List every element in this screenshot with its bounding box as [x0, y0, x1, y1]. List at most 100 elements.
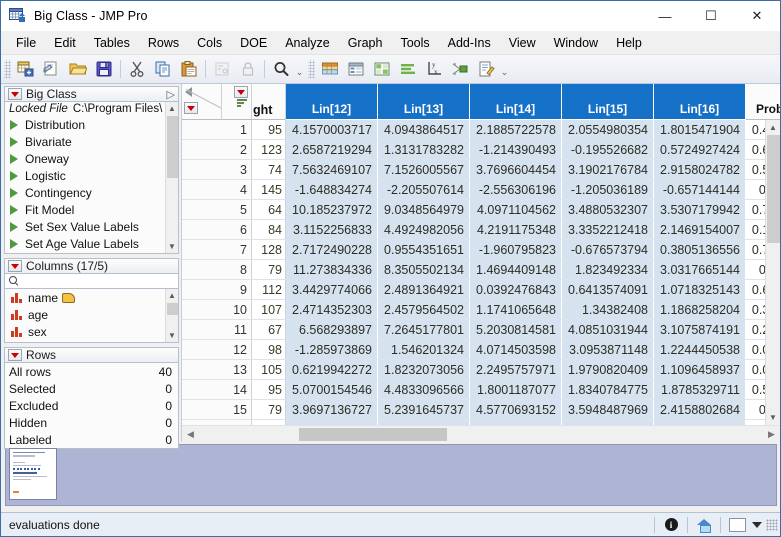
table-row[interactable]: 56410.1852379729.03485649794.09711045623…: [182, 200, 765, 220]
data-cell-lin14[interactable]: -2.556306196: [470, 180, 562, 199]
data-cell-lin16[interactable]: 3.5307179942: [654, 200, 746, 219]
data-cell-lin15[interactable]: 4.0851031944: [562, 320, 654, 339]
row-number-cell[interactable]: 4: [182, 180, 252, 199]
partition-icon[interactable]: [448, 58, 472, 81]
scroll-right-icon[interactable]: ▶: [763, 429, 780, 440]
data-cell-lin15[interactable]: 3.1902176784: [562, 160, 654, 179]
hscroll-thumb[interactable]: [299, 428, 447, 441]
distribution-icon[interactable]: [396, 58, 420, 81]
data-cell-lin12[interactable]: 7.5632469107: [286, 160, 378, 179]
columns-scrollbar[interactable]: ▲ ▼: [165, 289, 178, 342]
resize-grip-icon[interactable]: [766, 519, 778, 531]
weight-cell[interactable]: 112: [252, 280, 286, 299]
data-cell-lin13[interactable]: 4.4924982056: [378, 220, 470, 239]
data-cell-lin14[interactable]: 1.4694409148: [470, 260, 562, 279]
row-number-cell[interactable]: 5: [182, 200, 252, 219]
weight-cell[interactable]: 84: [252, 220, 286, 239]
data-cell-lin15[interactable]: 3.5948487969: [562, 400, 654, 419]
row-number-cell[interactable]: 12: [182, 340, 252, 359]
row-number-cell[interactable]: 3: [182, 160, 252, 179]
columns-menu-red-triangle-icon[interactable]: [234, 86, 248, 98]
menu-edit[interactable]: Edit: [45, 33, 85, 53]
menu-help[interactable]: Help: [607, 33, 651, 53]
hscroll-track[interactable]: [199, 427, 763, 442]
data-cell-lin16[interactable]: 0.3805136556: [654, 240, 746, 259]
data-cell-lin13[interactable]: 0.9554351651: [378, 240, 470, 259]
run-script-icon[interactable]: [10, 171, 18, 181]
data-cell-lin14[interactable]: 4.0971104562: [470, 200, 562, 219]
cut-icon[interactable]: [125, 58, 149, 81]
data-cell-lin16[interactable]: 1.1868258204: [654, 300, 746, 319]
data-cell-lin14[interactable]: 4.5770693152: [470, 400, 562, 419]
row-number-cell[interactable]: 2: [182, 140, 252, 159]
data-cell-prob12[interactable]: 0.087473: [746, 180, 765, 199]
menu-view[interactable]: View: [500, 33, 545, 53]
scroll-down-icon[interactable]: ▼: [166, 329, 179, 342]
rows-stat-selected[interactable]: Selected 0: [5, 380, 178, 397]
menu-analyze[interactable]: Analyze: [276, 33, 338, 53]
toolbar-overflow-1[interactable]: ⌄: [294, 55, 305, 83]
column-header-lin15[interactable]: Lin[15]: [562, 84, 654, 120]
data-cell-lin13[interactable]: 1.8232073056: [378, 360, 470, 379]
data-cell-lin16[interactable]: 2.1469154007: [654, 220, 746, 239]
table-row[interactable]: 3747.56324691077.15260055673.76966044543…: [182, 160, 765, 180]
data-cell-lin14[interactable]: 1.8001187077: [470, 380, 562, 399]
column-header-prob12[interactable]: Prob[12: [746, 84, 780, 120]
table-row[interactable]: 6843.11522568334.49249820564.21911753483…: [182, 220, 765, 240]
menu-graph[interactable]: Graph: [339, 33, 392, 53]
data-cell-lin14[interactable]: 5.2030814581: [470, 320, 562, 339]
scroll-left-icon[interactable]: ◀: [182, 429, 199, 440]
data-cell-lin13[interactable]: 9.0348564979: [378, 200, 470, 219]
data-cell-lin14[interactable]: 2.2495757971: [470, 360, 562, 379]
data-cell-lin12[interactable]: 11.273834336: [286, 260, 378, 279]
column-item-sex[interactable]: sex: [5, 323, 165, 340]
column-item-age[interactable]: age: [5, 306, 165, 323]
run-script-icon[interactable]: [10, 205, 18, 215]
table-row[interactable]: 14955.07001545464.48330965661.8001187077…: [182, 380, 765, 400]
script-item-set-age-value-labels[interactable]: Set Age Value Labels: [5, 235, 165, 252]
row-number-cell[interactable]: 7: [182, 240, 252, 259]
scroll-up-icon[interactable]: ▲: [166, 102, 179, 115]
copy-icon[interactable]: [151, 58, 175, 81]
row-number-cell[interactable]: 8: [182, 260, 252, 279]
data-cell-prob12[interactable]: 0.6523230: [746, 140, 765, 159]
minimize-button[interactable]: —: [642, 1, 688, 31]
data-cell-lin16[interactable]: 1.8785329711: [654, 380, 746, 399]
data-cell-lin12[interactable]: 2.4714352303: [286, 300, 378, 319]
columns-search-row[interactable]: [4, 274, 179, 289]
rows-stat-labeled[interactable]: Labeled 0: [5, 431, 178, 448]
data-cell-lin16[interactable]: 3.1075874191: [654, 320, 746, 339]
data-cell-lin14[interactable]: 1.1741065648: [470, 300, 562, 319]
menu-cols[interactable]: Cols: [188, 33, 231, 53]
layout-icon[interactable]: [370, 58, 394, 81]
data-cell-lin15[interactable]: 1.823492334: [562, 260, 654, 279]
columns-panel-header[interactable]: Columns (17/5): [4, 258, 179, 274]
column-header-lin14[interactable]: Lin[14]: [470, 84, 562, 120]
weight-cell[interactable]: 107: [252, 300, 286, 319]
data-cell-lin12[interactable]: 2.6587219294: [286, 140, 378, 159]
data-cell-lin16[interactable]: -0.657144144: [654, 180, 746, 199]
data-cell-lin14[interactable]: 2.1885722578: [470, 120, 562, 139]
data-cell-lin14[interactable]: 4.2191175348: [470, 220, 562, 239]
rows-stat-hidden[interactable]: Hidden 0: [5, 414, 178, 431]
data-cell-lin12[interactable]: 2.7172490228: [286, 240, 378, 259]
data-cell-prob12[interactable]: 0.948616: [746, 260, 765, 279]
open-icon[interactable]: [66, 58, 90, 81]
data-cell-lin14[interactable]: -1.960795823: [470, 240, 562, 259]
row-number-cell[interactable]: 13: [182, 360, 252, 379]
new-script-icon[interactable]: [40, 58, 64, 81]
table-panel-header[interactable]: Big Class ▷: [4, 86, 179, 102]
menu-add-ins[interactable]: Add-Ins: [439, 33, 500, 53]
table-row[interactable]: 15793.96971367275.23916457374.5770693152…: [182, 400, 765, 420]
menu-tables[interactable]: Tables: [85, 33, 139, 53]
home-button[interactable]: [693, 514, 715, 536]
weight-cell[interactable]: 105: [252, 360, 286, 379]
table-row[interactable]: 1298-1.2859738691.5462013244.07145035983…: [182, 340, 765, 360]
table-row[interactable]: 21232.65872192941.3131783282-1.214390493…: [182, 140, 765, 160]
table-panel-expand-icon[interactable]: ▷: [167, 88, 175, 101]
maximize-button[interactable]: ☐: [688, 1, 734, 31]
menu-doe[interactable]: DOE: [231, 33, 276, 53]
search-icon[interactable]: [269, 58, 293, 81]
data-cell-lin16[interactable]: 0.5724927424: [654, 140, 746, 159]
data-cell-lin15[interactable]: 3.4880532307: [562, 200, 654, 219]
